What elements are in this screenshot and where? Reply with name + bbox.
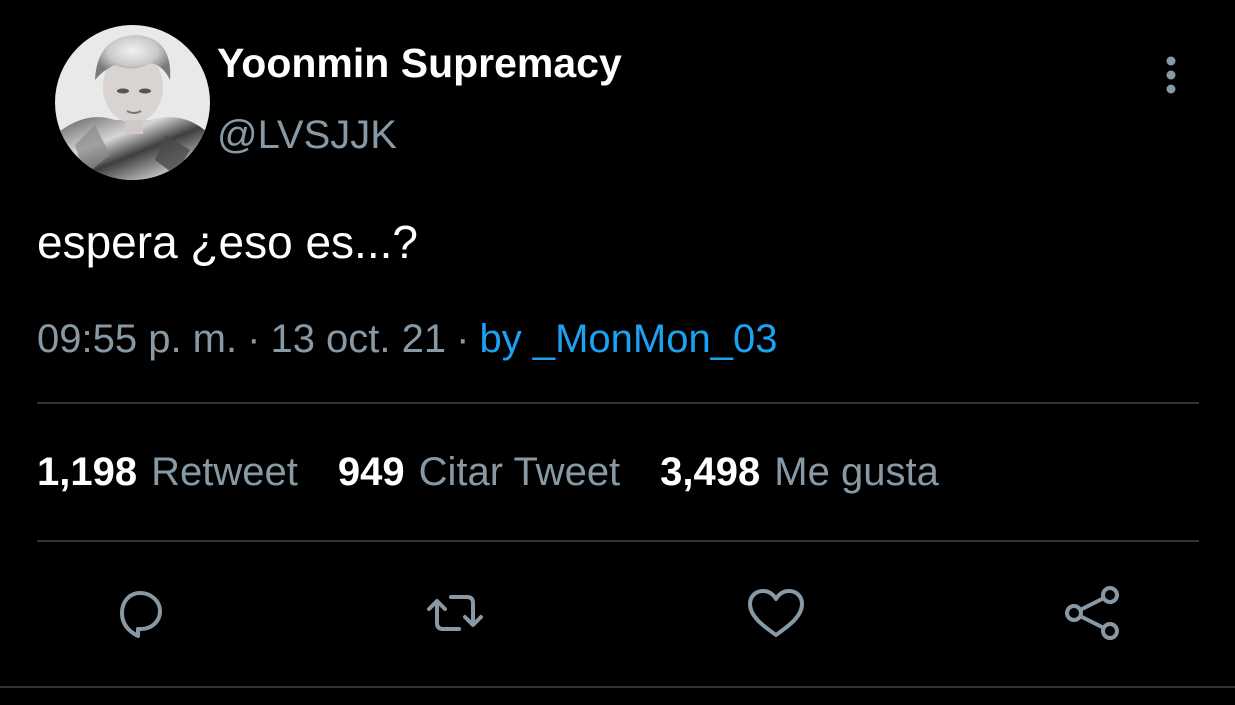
reply-button[interactable]: [108, 583, 172, 643]
tweet-date[interactable]: 13 oct. 21: [270, 317, 446, 361]
tweet-detail: Yoonmin Supremacy @LVSJJK espera ¿eso es…: [0, 0, 1235, 705]
tweet-text: espera ¿eso es...?: [37, 216, 418, 268]
author-handle[interactable]: @LVSJJK: [217, 113, 397, 158]
share-icon: [1065, 586, 1119, 640]
retweets-stat[interactable]: 1,198 Retweet: [37, 450, 298, 495]
avatar[interactable]: [55, 25, 210, 180]
tweet-source-link[interactable]: by _MonMon_03: [479, 317, 777, 361]
retweet-button[interactable]: [423, 583, 487, 643]
more-vertical-icon: [1166, 56, 1176, 94]
likes-stat[interactable]: 3,498 Me gusta: [660, 450, 939, 495]
profile-photo-icon: [55, 25, 210, 180]
tweet-stats: 1,198 Retweet 949 Citar Tweet 3,498 Me g…: [37, 450, 979, 495]
retweets-count: 1,198: [37, 450, 138, 494]
tweet-time: 09:55 p. m.: [37, 317, 238, 361]
reply-icon: [120, 591, 162, 638]
share-button[interactable]: [1060, 583, 1124, 643]
like-button[interactable]: [744, 583, 808, 643]
quotes-label: Citar Tweet: [418, 450, 621, 494]
more-options-button[interactable]: [1150, 52, 1192, 98]
retweet-icon: [427, 595, 483, 631]
divider: [37, 540, 1199, 542]
meta-separator: ·: [456, 317, 470, 361]
likes-label: Me gusta: [774, 450, 939, 494]
divider: [37, 402, 1199, 404]
meta-separator: ·: [247, 317, 261, 361]
retweets-label: Retweet: [151, 450, 298, 494]
tweet-meta: 09:55 p. m. · 13 oct. 21 · by _MonMon_03: [37, 317, 777, 362]
quotes-count: 949: [337, 450, 405, 494]
author-display-name[interactable]: Yoonmin Supremacy: [217, 40, 622, 87]
quotes-stat[interactable]: 949 Citar Tweet: [338, 450, 620, 495]
likes-count: 3,498: [660, 450, 761, 494]
heart-icon: [748, 589, 804, 637]
bottom-divider: [0, 686, 1235, 688]
